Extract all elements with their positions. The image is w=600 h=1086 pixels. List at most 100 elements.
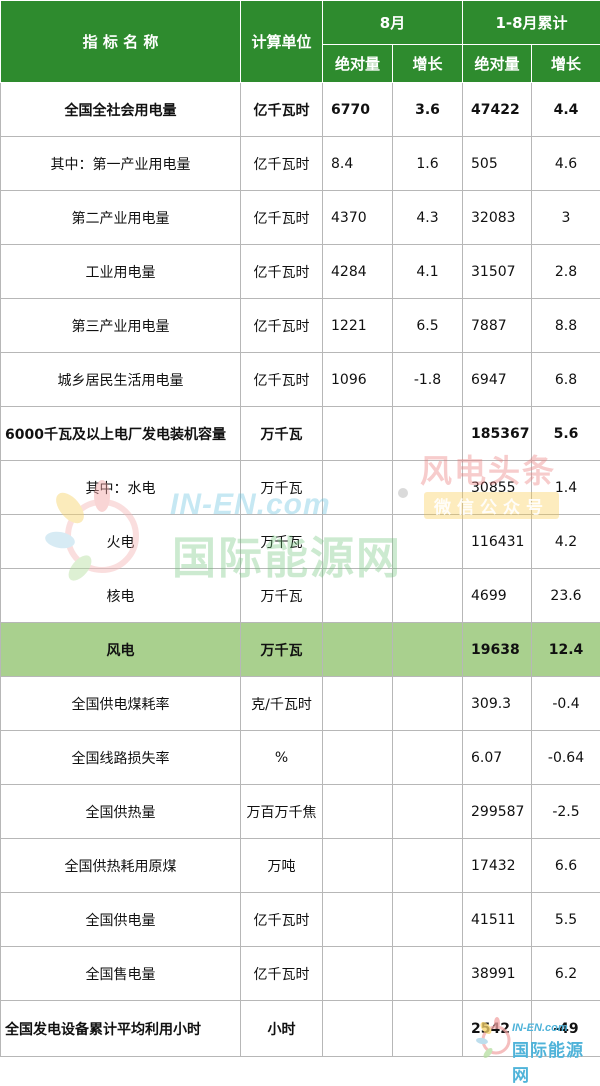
cumulative-growth-cell: 1.4 <box>532 461 600 515</box>
indicator-name-cell: 全国全社会用电量 <box>1 83 241 137</box>
cumulative-absolute-cell: 38991 <box>463 947 532 1001</box>
month-absolute-cell <box>323 1001 393 1057</box>
cumulative-absolute-cell: 505 <box>463 137 532 191</box>
cumulative-growth-cell: 4.6 <box>532 137 600 191</box>
cumulative-growth-cell: 5.6 <box>532 407 600 461</box>
header-unit: 计算单位 <box>241 1 323 83</box>
table-row: 火电万千瓦 1164314.2 <box>1 515 600 569</box>
indicator-name-cell: 全国供电量 <box>1 893 241 947</box>
month-absolute-cell: 1096 <box>323 353 393 407</box>
cumulative-growth-cell: 4.2 <box>532 515 600 569</box>
table-row: 全国供热量万百万千焦 299587-2.5 <box>1 785 600 839</box>
cumulative-growth-cell: 6.2 <box>532 947 600 1001</box>
table-body: 全国全社会用电量亿千瓦时67703.6474224.4其中：第一产业用电量亿千瓦… <box>1 83 600 1057</box>
month-growth-cell <box>393 407 463 461</box>
indicator-name-cell: 全国发电设备累计平均利用小时 <box>1 1001 241 1057</box>
month-growth-cell <box>393 461 463 515</box>
indicator-name-cell: 全国线路损失率 <box>1 731 241 785</box>
cumulative-growth-cell: -0.64 <box>532 731 600 785</box>
header-month-growth: 增长 <box>393 45 463 83</box>
unit-cell: 万千瓦 <box>241 569 323 623</box>
month-growth-cell <box>393 839 463 893</box>
indicator-name-cell: 工业用电量 <box>1 245 241 299</box>
month-absolute-cell <box>323 731 393 785</box>
month-growth-cell <box>393 947 463 1001</box>
month-absolute-cell <box>323 677 393 731</box>
unit-cell: 亿千瓦时 <box>241 245 323 299</box>
table-row: 全国线路损失率%6.07-0.64 <box>1 731 600 785</box>
month-growth-cell <box>393 515 463 569</box>
indicator-name-cell: 风电 <box>1 623 241 677</box>
month-growth-cell: -1.8 <box>393 353 463 407</box>
unit-cell: 万千瓦 <box>241 623 323 677</box>
indicator-name-cell: 火电 <box>1 515 241 569</box>
cumulative-absolute-cell: 41511 <box>463 893 532 947</box>
cumulative-absolute-cell: 19638 <box>463 623 532 677</box>
indicator-name-cell: 第二产业用电量 <box>1 191 241 245</box>
cumulative-growth-cell: -0.4 <box>532 677 600 731</box>
month-absolute-cell: 8.4 <box>323 137 393 191</box>
month-growth-cell <box>393 569 463 623</box>
cumulative-growth-cell: 2.8 <box>532 245 600 299</box>
table-row: 6000千瓦及以上电厂发电装机容量万千瓦1853675.6 <box>1 407 600 461</box>
month-absolute-cell <box>323 785 393 839</box>
unit-cell: 万千瓦 <box>241 461 323 515</box>
month-growth-cell <box>393 893 463 947</box>
table-row: 风电万千瓦 1963812.4 <box>1 623 600 677</box>
cumulative-growth-cell: 23.6 <box>532 569 600 623</box>
cumulative-growth-cell: 4.4 <box>532 83 600 137</box>
power-statistics-table: 指 标 名 称 计算单位 8月 1-8月累计 绝对量 增长 绝对量 增长 全国全… <box>0 0 600 1057</box>
cumulative-absolute-cell: 2542 <box>463 1001 532 1057</box>
cumulative-absolute-cell: 116431 <box>463 515 532 569</box>
month-growth-cell: 6.5 <box>393 299 463 353</box>
indicator-name-cell: 全国供电煤耗率 <box>1 677 241 731</box>
table-row: 第三产业用电量亿千瓦时12216.578878.8 <box>1 299 600 353</box>
cumulative-absolute-cell: 185367 <box>463 407 532 461</box>
cumulative-growth-cell: 12.4 <box>532 623 600 677</box>
unit-cell: 亿千瓦时 <box>241 137 323 191</box>
table-row: 工业用电量亿千瓦时42844.1315072.8 <box>1 245 600 299</box>
indicator-name-cell: 全国供热量 <box>1 785 241 839</box>
cumulative-absolute-cell: 299587 <box>463 785 532 839</box>
unit-cell: 亿千瓦时 <box>241 191 323 245</box>
cumulative-absolute-cell: 30855 <box>463 461 532 515</box>
header-cumulative-group: 1-8月累计 <box>463 1 600 45</box>
indicator-name-cell: 第三产业用电量 <box>1 299 241 353</box>
month-absolute-cell <box>323 407 393 461</box>
header-month-group: 8月 <box>323 1 463 45</box>
unit-cell: 万千瓦 <box>241 515 323 569</box>
unit-cell: 亿千瓦时 <box>241 299 323 353</box>
cumulative-growth-cell: 6.8 <box>532 353 600 407</box>
table-row: 全国售电量亿千瓦时 389916.2 <box>1 947 600 1001</box>
unit-cell: 万百万千焦 <box>241 785 323 839</box>
month-absolute-cell: 1221 <box>323 299 393 353</box>
unit-cell: 万吨 <box>241 839 323 893</box>
cumulative-absolute-cell: 4699 <box>463 569 532 623</box>
month-growth-cell <box>393 677 463 731</box>
month-absolute-cell <box>323 515 393 569</box>
unit-cell: % <box>241 731 323 785</box>
month-growth-cell: 1.6 <box>393 137 463 191</box>
unit-cell: 小时 <box>241 1001 323 1057</box>
month-growth-cell <box>393 623 463 677</box>
cumulative-growth-cell: 6.6 <box>532 839 600 893</box>
month-growth-cell <box>393 731 463 785</box>
table-row: 核电万千瓦 469923.6 <box>1 569 600 623</box>
table-row: 第二产业用电量亿千瓦时43704.3320833 <box>1 191 600 245</box>
month-absolute-cell <box>323 461 393 515</box>
indicator-name-cell: 核电 <box>1 569 241 623</box>
month-growth-cell: 3.6 <box>393 83 463 137</box>
unit-cell: 亿千瓦时 <box>241 893 323 947</box>
indicator-name-cell: 全国售电量 <box>1 947 241 1001</box>
cumulative-growth-cell: -2.5 <box>532 785 600 839</box>
month-absolute-cell <box>323 893 393 947</box>
unit-cell: 万千瓦 <box>241 407 323 461</box>
indicator-name-cell: 全国供热耗用原煤 <box>1 839 241 893</box>
cumulative-growth-cell: 8.8 <box>532 299 600 353</box>
unit-cell: 亿千瓦时 <box>241 947 323 1001</box>
month-growth-cell: 4.3 <box>393 191 463 245</box>
cumulative-growth-cell: 5.5 <box>532 893 600 947</box>
table-row: 其中：水电万千瓦308551.4 <box>1 461 600 515</box>
month-absolute-cell: 4284 <box>323 245 393 299</box>
unit-cell: 克/千瓦时 <box>241 677 323 731</box>
